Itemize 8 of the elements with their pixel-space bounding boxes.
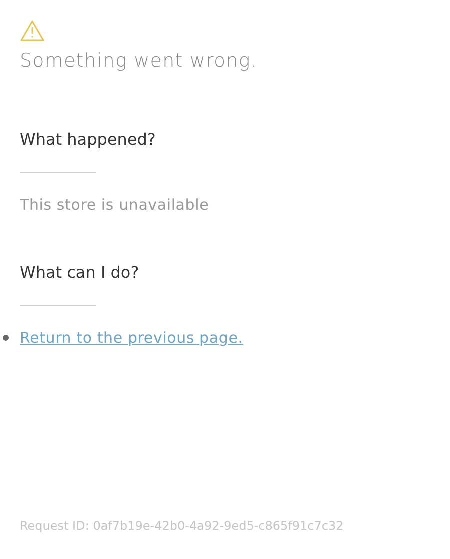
- back-link[interactable]: Return to the previous page.: [20, 329, 244, 347]
- request-id: Request ID: 0af7b19e-42b0-4a92-9ed5-c865f91c7c32: [20, 519, 344, 533]
- error-title: Something went wrong.: [20, 50, 259, 72]
- warning-icon: [20, 20, 45, 42]
- bullet-icon: [3, 335, 9, 341]
- section-heading: What happened?: [20, 130, 157, 150]
- error-message: This store is unavailable: [20, 196, 210, 214]
- section-heading: What can I do?: [20, 263, 140, 283]
